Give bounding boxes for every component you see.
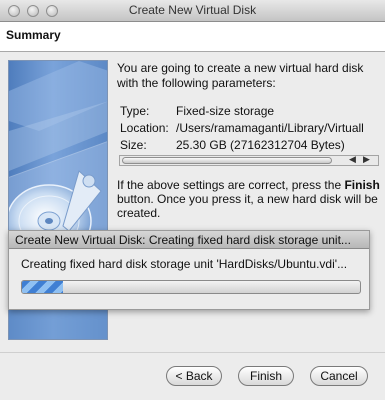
- wizard-header: Summary: [0, 22, 385, 52]
- progress-bar-fill: [22, 281, 63, 293]
- parameters-horizontal-scrollbar[interactable]: ◀ ▶: [119, 154, 379, 166]
- scroll-left-arrow-icon[interactable]: ◀: [349, 154, 356, 165]
- param-row-size: Size: 25.30 GB (27162312704 Bytes): [120, 138, 345, 152]
- page-title: Summary: [6, 28, 61, 42]
- progress-dialog-titlebar: Create New Virtual Disk: Creating fixed …: [9, 231, 369, 249]
- param-value: 25.30 GB (27162312704 Bytes): [176, 138, 345, 152]
- button-divider: [0, 352, 385, 353]
- progress-dialog: Create New Virtual Disk: Creating fixed …: [8, 230, 370, 310]
- param-value: /Users/ramamaganti/Library/Virtuall: [176, 121, 364, 135]
- param-row-location: Location: /Users/ramamaganti/Library/Virt…: [120, 121, 366, 135]
- confirm-text-start: If the above settings are correct, press…: [117, 178, 345, 192]
- param-value: Fixed-size storage: [176, 104, 275, 118]
- progress-bar: [21, 280, 361, 294]
- param-label: Size:: [120, 138, 147, 152]
- confirmation-text: If the above settings are correct, press…: [117, 178, 381, 220]
- confirm-text-end: button. Once you press it, a new hard di…: [117, 192, 378, 220]
- param-label: Location:: [120, 121, 169, 135]
- confirm-text-finish: Finish: [344, 178, 380, 192]
- scroll-right-arrow-icon[interactable]: ▶: [363, 154, 370, 165]
- scrollbar-thumb[interactable]: [122, 157, 332, 164]
- progress-dialog-title: Create New Virtual Disk: Creating fixed …: [15, 233, 351, 247]
- cancel-button[interactable]: Cancel: [310, 366, 368, 386]
- progress-message: Creating fixed hard disk storage unit 'H…: [21, 257, 348, 271]
- window-title: Create New Virtual Disk: [128, 3, 257, 17]
- summary-intro-text: You are going to create a new virtual ha…: [117, 61, 364, 90]
- finish-button[interactable]: Finish: [238, 366, 294, 386]
- window-titlebar: Create New Virtual Disk: [0, 0, 385, 22]
- param-row-type: Type: Fixed-size storage: [120, 104, 274, 118]
- param-label: Type:: [120, 104, 150, 118]
- back-button[interactable]: < Back: [166, 366, 222, 386]
